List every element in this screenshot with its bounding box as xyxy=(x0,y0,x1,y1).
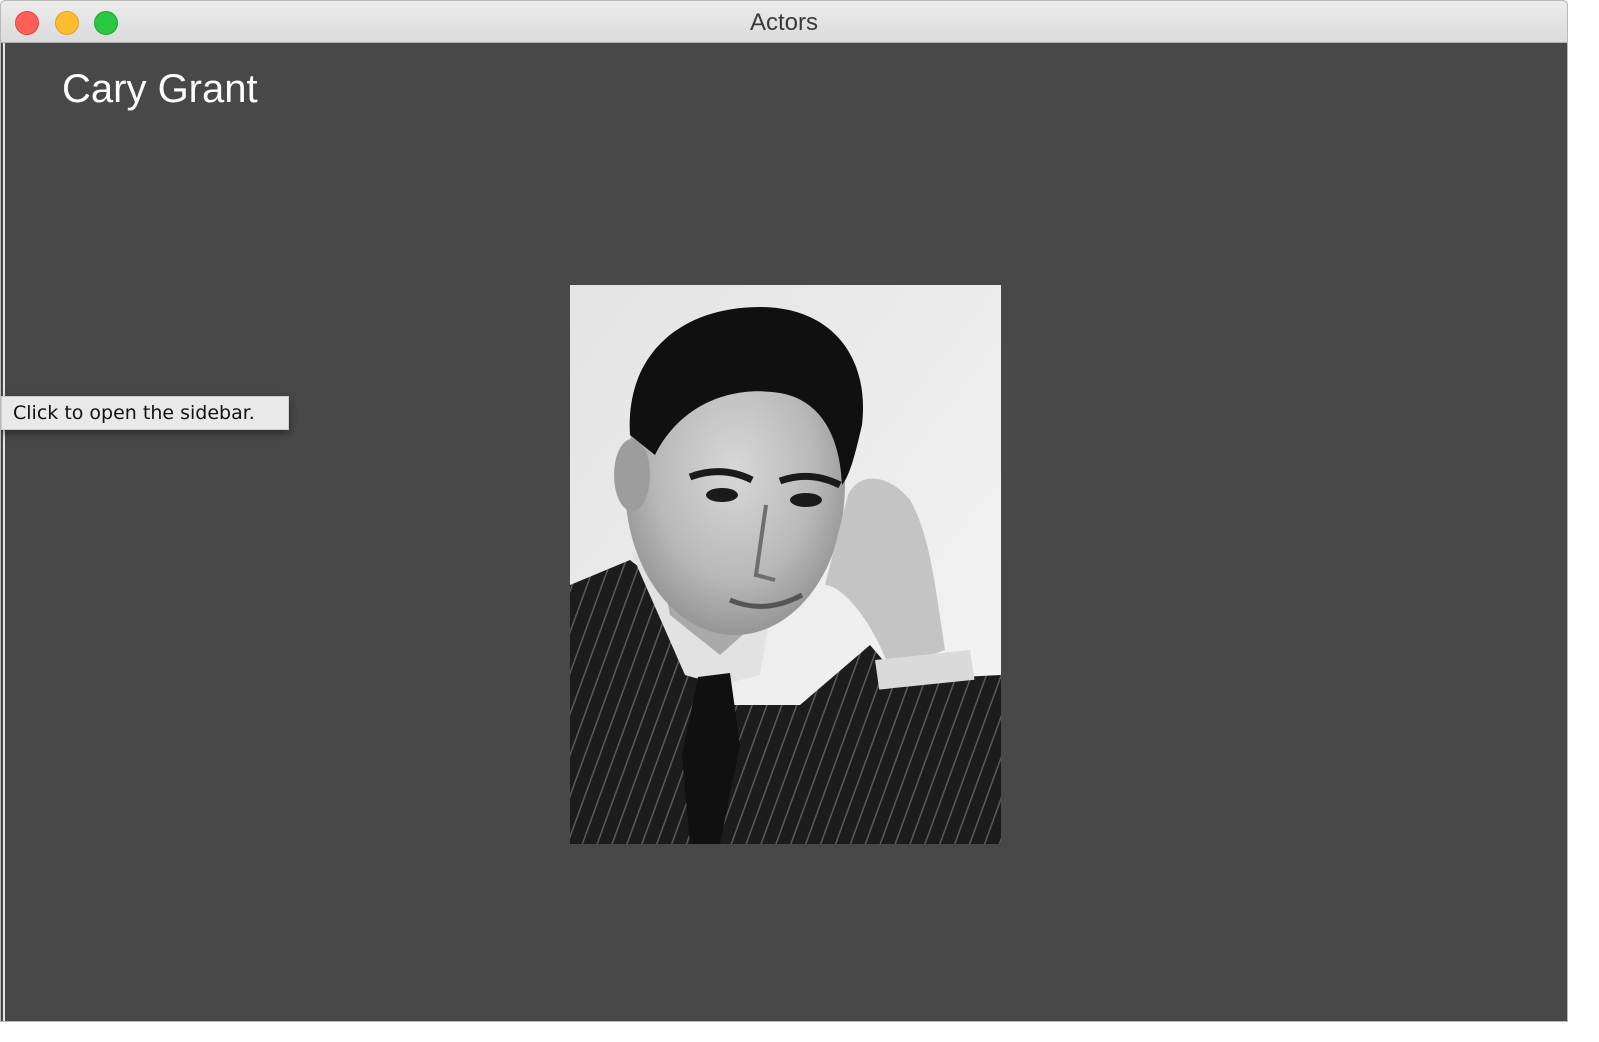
window-title: Actors xyxy=(749,9,818,36)
main-content: Cary Grant Click to open the sidebar. xyxy=(1,43,1567,1021)
actor-name-heading: Cary Grant xyxy=(62,67,258,111)
sidebar-edge-handle[interactable] xyxy=(3,43,5,1021)
sidebar-tooltip: Click to open the sidebar. xyxy=(1,396,289,430)
app-window: Actors Cary Grant Click to open the side… xyxy=(0,0,1568,1022)
actor-portrait-image xyxy=(570,285,1001,844)
title-bar[interactable]: Actors xyxy=(1,1,1567,43)
